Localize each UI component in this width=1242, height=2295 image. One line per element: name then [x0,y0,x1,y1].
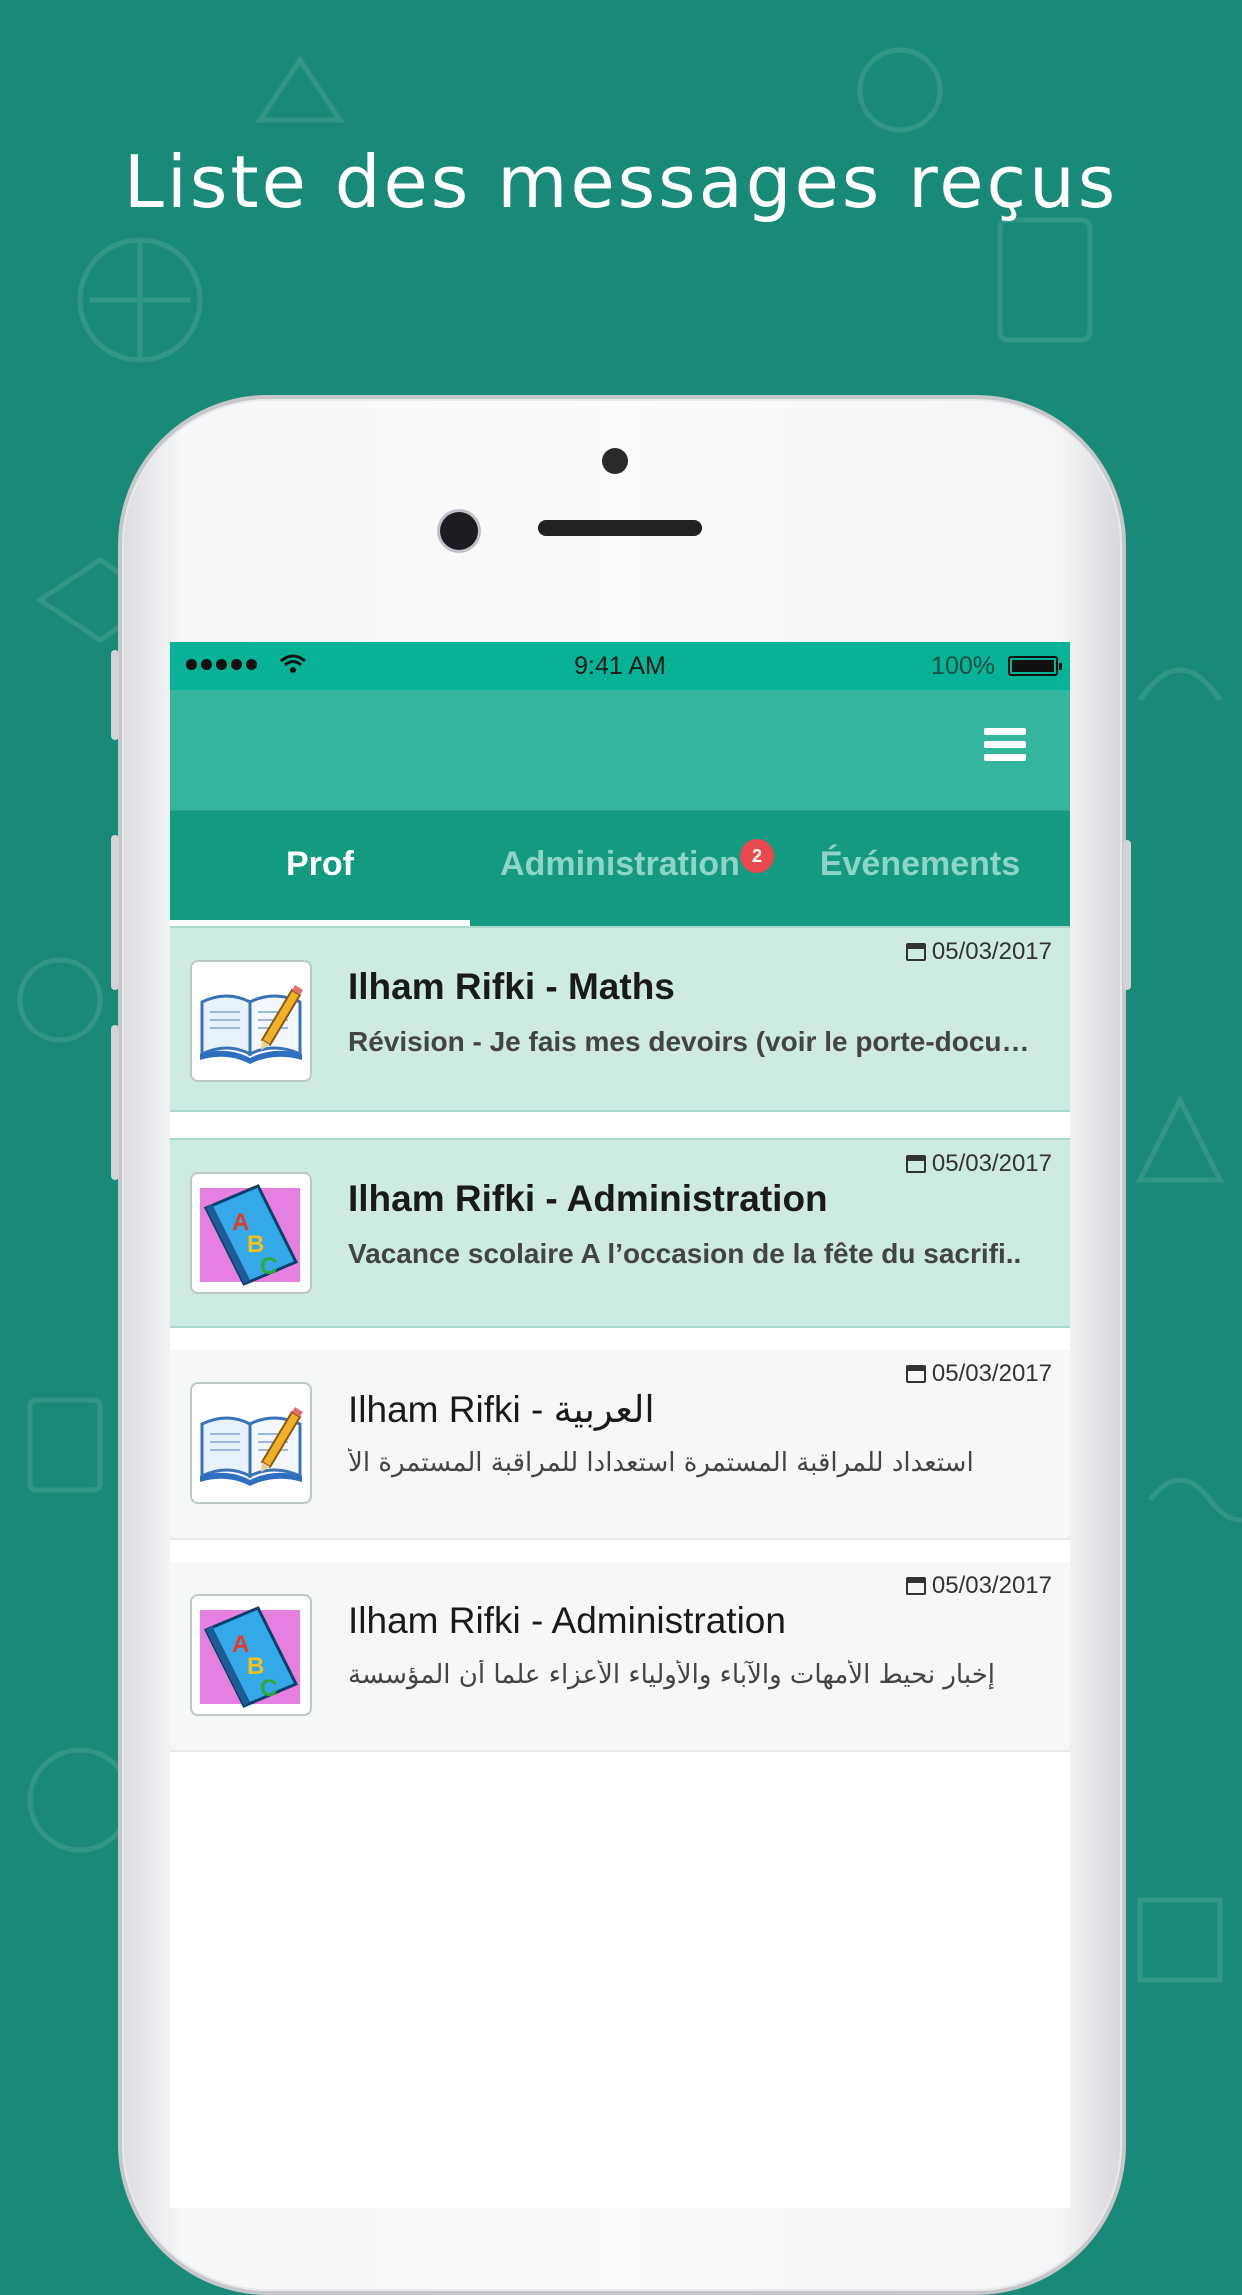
svg-text:C: C [260,1253,277,1280]
message-preview: Révision - Je fais mes devoirs (voir le … [348,1026,1030,1057]
tab-bar: Prof Administration Événements 2 [170,811,1070,926]
battery-icon [1008,656,1062,676]
phone-volume-up-button [111,835,119,990]
message-item[interactable]: 05/03/2017 A B C Ilham Rifki - Administr… [170,1562,1070,1752]
message-sender: Ilham Rifki - Administration [348,1178,828,1219]
abc-book-icon: A B C [190,1172,312,1294]
phone-side-button [111,650,119,740]
message-preview: Vacance scolaire A l’occasion de la fête… [348,1238,1022,1269]
hamburger-menu-icon[interactable] [984,728,1026,764]
message-item[interactable]: 05/03/2017 Ilham Rifki - Maths Révision … [170,926,1070,1112]
message-date-text: 05/03/2017 [931,1572,1052,1599]
calendar-icon [905,943,926,961]
tab-administration[interactable]: Administration [470,811,770,926]
phone-power-button [1123,840,1131,990]
unread-badge: 2 [740,839,774,873]
phone-volume-down-button [111,1025,119,1180]
message-date-text: 05/03/2017 [931,938,1052,965]
tab-prof[interactable]: Prof [170,811,470,926]
calendar-icon [905,1365,926,1383]
svg-text:C: C [260,1675,277,1702]
message-item[interactable]: 05/03/2017 A B C Ilham Rifki - Administr… [170,1138,1070,1328]
message-date-text: 05/03/2017 [931,1360,1052,1387]
phone-front-camera [440,512,478,550]
phone-earpiece [538,520,702,536]
message-preview: استعداد للمراقبة المستمرة استعدادا للمرا… [348,1448,974,1478]
message-sender: Ilham Rifki - Administration [348,1600,786,1641]
message-preview: إخبار نحيط الأمهات والآباء والأولياء الأ… [348,1660,995,1690]
message-date: 05/03/2017 [905,938,1052,966]
open-book-icon [190,960,312,1082]
message-date: 05/03/2017 [905,1572,1052,1600]
message-sender: Ilham Rifki - العربية [348,1389,655,1430]
calendar-icon [905,1577,926,1595]
message-date: 05/03/2017 [905,1360,1052,1388]
message-date: 05/03/2017 [905,1150,1052,1178]
open-book-icon [190,1382,312,1504]
calendar-icon [905,1155,926,1173]
abc-book-icon: A B C [190,1594,312,1716]
message-sender: Ilham Rifki - Maths [348,966,675,1007]
message-item[interactable]: 05/03/2017 Ilham Rifki - العربية استعداد… [170,1350,1070,1540]
phone-sensor [602,448,628,474]
app-screen: 9:41 AM 100% Prof Administration Événeme… [170,642,1070,2208]
tab-evenements[interactable]: Événements [770,811,1070,926]
app-header [170,690,1070,811]
status-bar: 9:41 AM 100% [170,642,1070,690]
battery-percentage: 100% [931,652,995,680]
message-date-text: 05/03/2017 [931,1150,1052,1177]
page-headline: Liste des messages reçus [123,140,1119,224]
